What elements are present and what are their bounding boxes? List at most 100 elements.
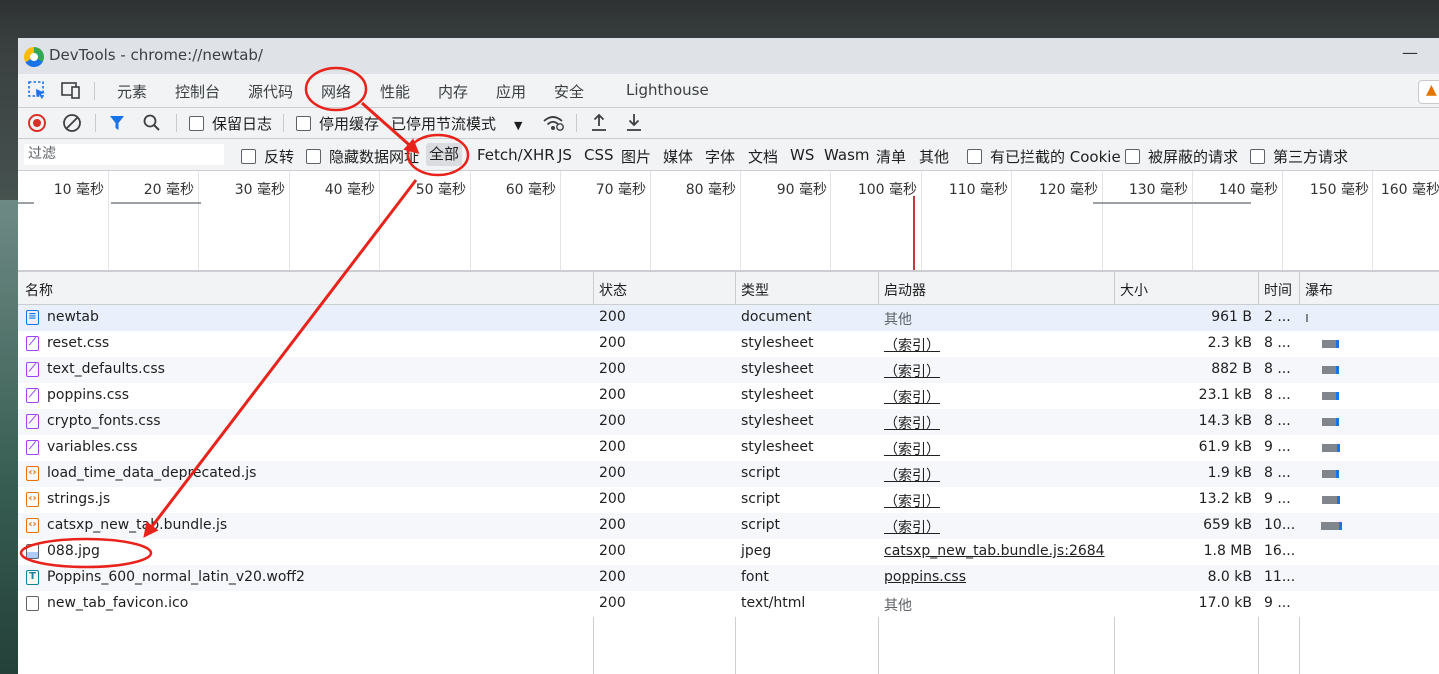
tab-console[interactable]: 控制台 — [175, 81, 220, 102]
preserve-log-checkbox[interactable]: 保留日志 — [189, 113, 272, 134]
request-initiator[interactable]: （索引） — [884, 491, 940, 511]
request-initiator[interactable]: （索引） — [884, 465, 940, 485]
tab-application[interactable]: 应用 — [496, 81, 526, 102]
column-header-name[interactable]: 名称 — [25, 280, 53, 300]
filter-icon[interactable] — [108, 114, 126, 132]
request-size: 882 B — [1211, 361, 1252, 377]
checkbox-box[interactable] — [1250, 149, 1265, 164]
record-icon[interactable] — [27, 113, 47, 133]
stylesheet-icon: ⟋ — [26, 362, 39, 377]
request-status: 200 — [599, 465, 626, 481]
filter-type-font[interactable]: 字体 — [705, 146, 735, 167]
invert-checkbox[interactable]: 反转 — [241, 146, 294, 167]
toolbar-divider — [176, 114, 177, 132]
panel-tab-bar: 元素 控制台 源代码 网络 性能 内存 应用 安全 Lighthouse ▲ — [18, 74, 1439, 108]
request-size: 61.9 kB — [1198, 439, 1252, 455]
devtools-window: DevTools - chrome://newtab/ — 元素 控制台 源代码… — [18, 38, 1439, 674]
tab-elements[interactable]: 元素 — [117, 81, 147, 102]
filter-type-ws[interactable]: WS — [790, 146, 814, 164]
filter-type-manifest[interactable]: 清单 — [876, 146, 906, 167]
request-initiator[interactable]: catsxp_new_tab.bundle.js:2684 — [884, 543, 1105, 559]
table-row[interactable]: ‹› catsxp_new_tab.bundle.js 200 script （… — [18, 513, 1439, 539]
grid-line — [921, 171, 922, 270]
request-initiator[interactable]: （索引） — [884, 517, 940, 537]
tab-security[interactable]: 安全 — [554, 81, 584, 102]
table-row[interactable]: T Poppins_600_normal_latin_v20.woff2 200… — [18, 565, 1439, 591]
network-toolbar: 保留日志 停用缓存 已停用节流模式 ▼ — [18, 108, 1439, 139]
tab-performance[interactable]: 性能 — [380, 81, 410, 102]
table-row[interactable]: ⟋ reset.css 200 stylesheet （索引） 2.3 kB 8… — [18, 331, 1439, 357]
request-initiator[interactable]: （索引） — [884, 413, 940, 433]
throttling-select[interactable]: 已停用节流模式 ▼ — [391, 113, 522, 134]
table-row[interactable]: ⟋ crypto_fonts.css 200 stylesheet （索引） 1… — [18, 409, 1439, 435]
table-row[interactable]: ⟋ variables.css 200 stylesheet （索引） 61.9… — [18, 435, 1439, 461]
checkbox-box[interactable] — [189, 116, 204, 131]
filter-type-img[interactable]: 图片 — [621, 146, 651, 167]
table-row[interactable]: ⟋ poppins.css 200 stylesheet （索引） 23.1 k… — [18, 383, 1439, 409]
tab-network[interactable]: 网络 — [321, 81, 351, 102]
column-header-initiator[interactable]: 启动器 — [884, 280, 926, 300]
checkbox-box[interactable] — [296, 116, 311, 131]
timeline-tick: 40 毫秒 — [324, 182, 375, 198]
preserve-log-label: 保留日志 — [212, 115, 273, 133]
tab-lighthouse[interactable]: Lighthouse — [626, 81, 709, 99]
filter-type-other[interactable]: 其他 — [919, 146, 949, 167]
table-row[interactable]: ‹› load_time_data_deprecated.js 200 scri… — [18, 461, 1439, 487]
request-size: 659 kB — [1203, 517, 1252, 533]
requests-table-header: 名称 状态 类型 启动器 大小 时间 瀑布 — [18, 272, 1439, 305]
checkbox-box[interactable] — [1125, 149, 1140, 164]
filter-type-fetch-xhr[interactable]: Fetch/XHR — [477, 146, 555, 164]
request-time: 2 ... — [1264, 309, 1291, 325]
request-initiator[interactable]: （索引） — [884, 439, 940, 459]
minimize-button[interactable]: — — [1398, 42, 1422, 66]
request-initiator[interactable]: （索引） — [884, 335, 940, 355]
filter-type-all[interactable]: 全部 — [426, 143, 463, 166]
filter-type-js[interactable]: JS — [558, 146, 572, 164]
table-row[interactable]: ⟋ text_defaults.css 200 stylesheet （索引） … — [18, 357, 1439, 383]
request-time: 8 ... — [1264, 361, 1291, 377]
search-icon[interactable] — [142, 113, 162, 133]
tab-memory[interactable]: 内存 — [438, 81, 468, 102]
disable-cache-checkbox[interactable]: 停用缓存 — [296, 113, 379, 134]
table-row[interactable]: ≡ newtab 200 document 其他 961 B 2 ... — [18, 305, 1439, 331]
clear-icon[interactable] — [62, 113, 82, 133]
column-header-type[interactable]: 类型 — [741, 280, 769, 300]
column-header-waterfall[interactable]: 瀑布 — [1305, 280, 1333, 300]
request-name: strings.js — [47, 491, 111, 507]
export-har-icon[interactable] — [625, 112, 643, 132]
timeline-overview[interactable]: 10 毫秒 20 毫秒 30 毫秒 40 毫秒 50 毫秒 60 毫秒 70 毫… — [18, 171, 1439, 272]
hide-data-urls-checkbox[interactable]: 隐藏数据网址 — [306, 146, 419, 167]
filter-type-doc[interactable]: 文档 — [748, 146, 778, 167]
request-status: 200 — [599, 569, 626, 585]
third-party-checkbox[interactable]: 第三方请求 — [1250, 146, 1348, 167]
filter-type-media[interactable]: 媒体 — [663, 146, 693, 167]
filter-input[interactable]: 过滤 — [24, 144, 224, 165]
request-name: new_tab_favicon.ico — [47, 595, 189, 611]
checkbox-box[interactable] — [306, 149, 321, 164]
network-conditions-icon[interactable] — [542, 114, 564, 132]
table-row[interactable]: ‹› strings.js 200 script （索引） 13.2 kB 9 … — [18, 487, 1439, 513]
request-time: 9 ... — [1264, 491, 1291, 507]
blocked-cookies-checkbox[interactable]: 有已拦截的 Cookie — [967, 146, 1121, 167]
tab-sources[interactable]: 源代码 — [248, 81, 293, 102]
table-row[interactable]: 088.jpg 200 jpeg catsxp_new_tab.bundle.j… — [18, 539, 1439, 565]
request-initiator[interactable]: （索引） — [884, 361, 940, 381]
checkbox-box[interactable] — [967, 149, 982, 164]
import-har-icon[interactable] — [590, 112, 608, 132]
stylesheet-icon: ⟋ — [26, 440, 39, 455]
checkbox-box[interactable] — [241, 149, 256, 164]
column-header-size[interactable]: 大小 — [1120, 280, 1148, 300]
request-initiator[interactable]: （索引） — [884, 387, 940, 407]
column-header-status[interactable]: 状态 — [599, 280, 627, 300]
script-icon: ‹› — [26, 492, 39, 507]
filter-type-wasm[interactable]: Wasm — [824, 146, 870, 164]
issues-badge[interactable]: ▲ — [1418, 80, 1439, 104]
toolbar-divider — [94, 82, 95, 100]
column-header-time[interactable]: 时间 — [1264, 280, 1292, 300]
request-initiator[interactable]: poppins.css — [884, 569, 966, 585]
blocked-requests-checkbox[interactable]: 被屏蔽的请求 — [1125, 146, 1238, 167]
device-toolbar-icon[interactable] — [60, 80, 82, 100]
inspect-element-icon[interactable] — [26, 80, 48, 100]
table-row[interactable]: new_tab_favicon.ico 200 text/html 其他 17.… — [18, 591, 1439, 617]
filter-type-css[interactable]: CSS — [584, 146, 614, 164]
